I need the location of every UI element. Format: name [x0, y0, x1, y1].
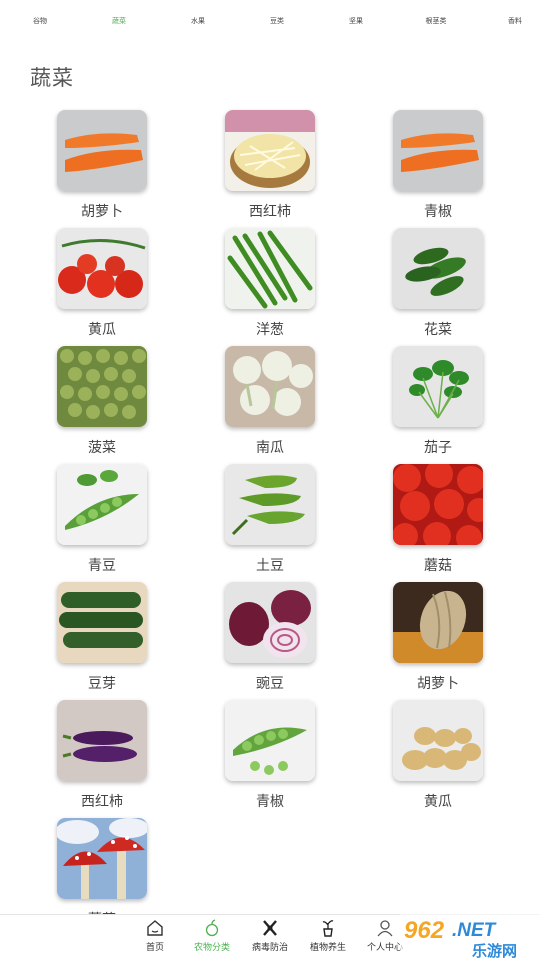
category-tab-bar: 谷物 蔬菜 水果 豆类 坚果 根茎类 香料 [0, 0, 540, 42]
section-title: 蔬菜 [30, 66, 74, 90]
item-label: 胡萝卜 [81, 204, 123, 220]
tab-beans[interactable]: 豆类 [270, 16, 284, 26]
item-label: 胡萝卜 [417, 676, 459, 692]
grid-item[interactable]: 青豆 [42, 464, 162, 582]
grid-item[interactable]: 土豆 [210, 464, 330, 582]
cherry-tomatoes-image [57, 228, 147, 309]
item-label: 茄子 [424, 440, 452, 456]
cauliflower-image [225, 346, 315, 427]
item-label: 西红柿 [249, 204, 291, 220]
nav-plant-care[interactable]: 植物养生 [298, 918, 358, 953]
virus-protection-icon [263, 920, 277, 936]
grid-item[interactable]: 胡萝卜 [42, 110, 162, 228]
bean-sprouts-image [225, 110, 315, 191]
grid-item[interactable]: 花菜 [378, 228, 498, 346]
spinach-image [393, 346, 483, 427]
cucumbers-image [57, 582, 147, 663]
home-icon [147, 920, 163, 936]
carrot-image [57, 110, 147, 191]
nav-home-label: 首页 [145, 943, 164, 953]
item-label: 西红柿 [81, 794, 123, 810]
nav-crop-categories[interactable]: 农物分类 [182, 918, 242, 953]
item-label: 南瓜 [256, 440, 284, 456]
pea-pods-image [225, 700, 315, 781]
green-beans-image [225, 228, 315, 309]
item-label: 黄瓜 [88, 322, 116, 338]
plant-pot-icon [322, 920, 334, 937]
grid-item[interactable]: 青椒 [378, 110, 498, 228]
svg-text:962: 962 [404, 917, 445, 944]
sprout-icon [205, 919, 219, 937]
tab-fruits[interactable]: 水果 [191, 16, 205, 26]
grid-item[interactable]: 黄瓜 [42, 228, 162, 346]
item-label: 菠菜 [88, 440, 116, 456]
item-label: 豆芽 [88, 676, 116, 692]
grid-item[interactable]: 豆芽 [42, 582, 162, 700]
item-label: 蘑菇 [424, 558, 452, 574]
tomatoes-image [393, 464, 483, 545]
grid-item[interactable]: 茄子 [378, 346, 498, 464]
peas-image [57, 346, 147, 427]
item-label: 黄瓜 [424, 794, 452, 810]
green-peppers-image [225, 464, 315, 545]
grid-item[interactable]: 西红柿 [42, 700, 162, 818]
grid-item[interactable]: 黄瓜 [378, 700, 498, 818]
grid-item[interactable]: 蘑菇 [378, 464, 498, 582]
grid-item[interactable]: 南瓜 [210, 346, 330, 464]
grid-item[interactable]: 西红柿 [210, 110, 330, 228]
grid-item[interactable]: 青椒 [210, 700, 330, 818]
svg-text:乐游网: 乐游网 [472, 942, 517, 960]
site-watermark-logo: 962 .NET 乐游网 [400, 912, 540, 960]
nav-virus-control[interactable]: 病毒防治 [240, 918, 300, 953]
tab-root-vegetables[interactable]: 根茎类 [426, 16, 447, 26]
grid-item[interactable]: 胡萝卜 [378, 582, 498, 700]
tab-nuts[interactable]: 坚果 [349, 16, 363, 26]
small-cucumbers-image [393, 228, 483, 309]
item-label: 青椒 [424, 204, 452, 220]
nav-plant-care-label: 植物养生 [309, 943, 346, 953]
pea-pods-image [57, 464, 147, 545]
item-label: 豌豆 [256, 676, 284, 692]
grid-item[interactable]: 洋葱 [210, 228, 330, 346]
item-label: 青豆 [88, 558, 116, 574]
grid-item[interactable]: 菠菜 [42, 346, 162, 464]
mushroom-image [57, 818, 147, 899]
potatoes-image [393, 700, 483, 781]
item-label: 土豆 [256, 558, 284, 574]
red-onion-image [225, 582, 315, 663]
svg-text:.NET: .NET [452, 920, 497, 941]
tab-grains[interactable]: 谷物 [33, 16, 47, 26]
eggplant-image [57, 700, 147, 781]
grid-item[interactable]: 豌豆 [210, 582, 330, 700]
item-label: 花菜 [424, 322, 452, 338]
item-label: 洋葱 [256, 322, 284, 338]
tab-vegetables[interactable]: 蔬菜 [112, 16, 126, 26]
pumpkin-image [393, 582, 483, 663]
nav-home[interactable]: 首页 [125, 918, 185, 953]
item-label: 青椒 [256, 794, 284, 810]
nav-virus-control-label: 病毒防治 [251, 943, 288, 953]
tab-spices[interactable]: 香料 [508, 16, 522, 26]
user-icon [377, 920, 393, 937]
carrot-image [393, 110, 483, 191]
nav-crop-categories-label: 农物分类 [193, 943, 230, 953]
